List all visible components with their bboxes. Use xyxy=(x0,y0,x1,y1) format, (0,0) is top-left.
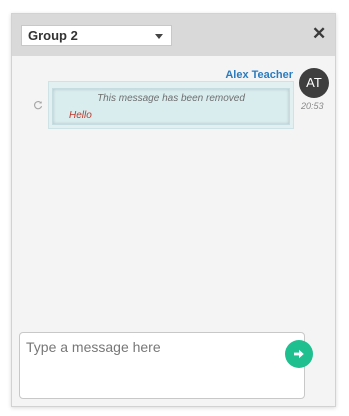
group-select-label: Group 2 xyxy=(28,28,78,43)
group-select[interactable]: Group 2 xyxy=(21,25,172,46)
chat-panel: Group 2 ✕ Alex Teacher AT This message h… xyxy=(11,13,336,407)
message-composer xyxy=(19,332,305,399)
message-bubble: This message has been removed Hello xyxy=(48,81,294,129)
avatar: AT xyxy=(299,68,329,98)
refresh-icon[interactable] xyxy=(33,100,43,110)
message-sender-name: Alex Teacher xyxy=(225,69,293,81)
chat-header: Group 2 ✕ xyxy=(12,14,335,56)
removed-message-original-text: Hello xyxy=(69,110,92,121)
send-button[interactable] xyxy=(285,340,313,368)
chevron-down-icon xyxy=(155,34,163,39)
arrow-right-icon xyxy=(294,349,304,359)
close-icon: ✕ xyxy=(312,24,327,43)
message-timestamp: 20:53 xyxy=(301,101,324,111)
removed-message-box: This message has been removed Hello xyxy=(52,88,290,125)
removed-message-notice: This message has been removed xyxy=(97,93,245,104)
close-button[interactable]: ✕ xyxy=(312,25,326,43)
message-input[interactable] xyxy=(20,333,304,398)
